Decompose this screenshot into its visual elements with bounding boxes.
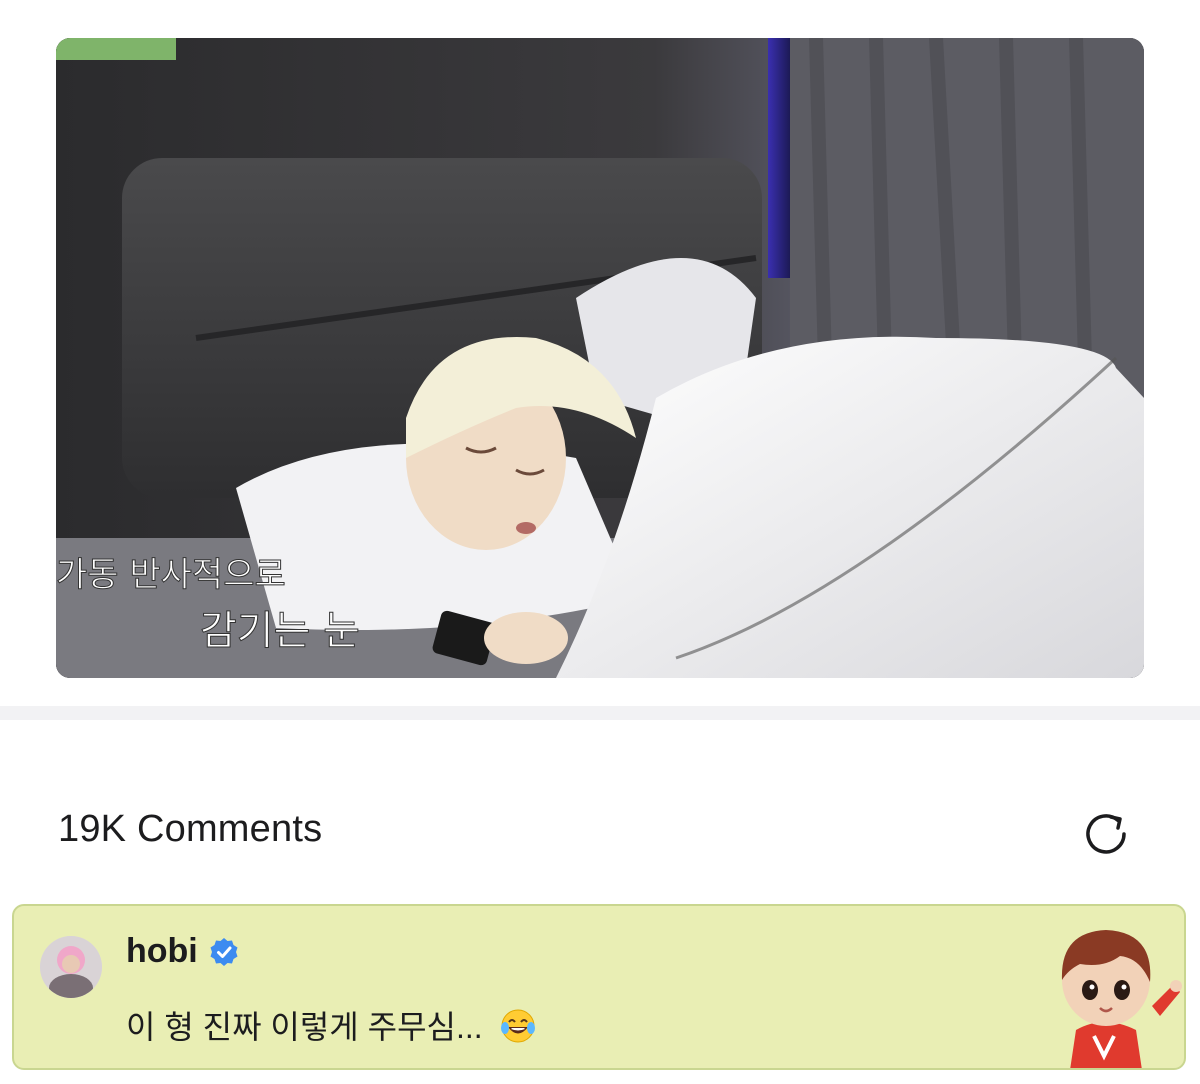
comment-card[interactable]: hobi 이 형 진짜 이렇게 주무심... [12, 904, 1186, 1070]
post-image[interactable]: 가동 반사적으로 감기는 눈 [56, 38, 1144, 678]
comment-text: 이 형 진짜 이렇게 주무심... [126, 1009, 483, 1045]
verified-badge-icon [208, 936, 240, 968]
character-sticker-icon [1024, 910, 1184, 1068]
section-divider [0, 706, 1200, 720]
refresh-button[interactable] [1076, 804, 1136, 864]
laughing-tears-emoji-icon [500, 1008, 536, 1044]
subtitle-line-2: 감기는 눈 [200, 608, 360, 654]
comment-text-row: 이 형 진짜 이렇게 주무심... [126, 1002, 536, 1048]
avatar[interactable] [40, 936, 102, 998]
comments-count-title: 19K Comments [58, 808, 323, 850]
comments-page: 가동 반사적으로 감기는 눈 19K Comments hobi 이 형 진짜 … [0, 0, 1200, 1084]
sleeping-photo-icon: 가동 반사적으로 감기는 눈 [56, 38, 1144, 678]
author-row: hobi [126, 932, 240, 971]
user-avatar-icon [40, 936, 102, 998]
subtitle-line-1: 가동 반사적으로 [56, 555, 286, 595]
author-name[interactable]: hobi [126, 932, 198, 971]
refresh-icon [1086, 814, 1126, 854]
